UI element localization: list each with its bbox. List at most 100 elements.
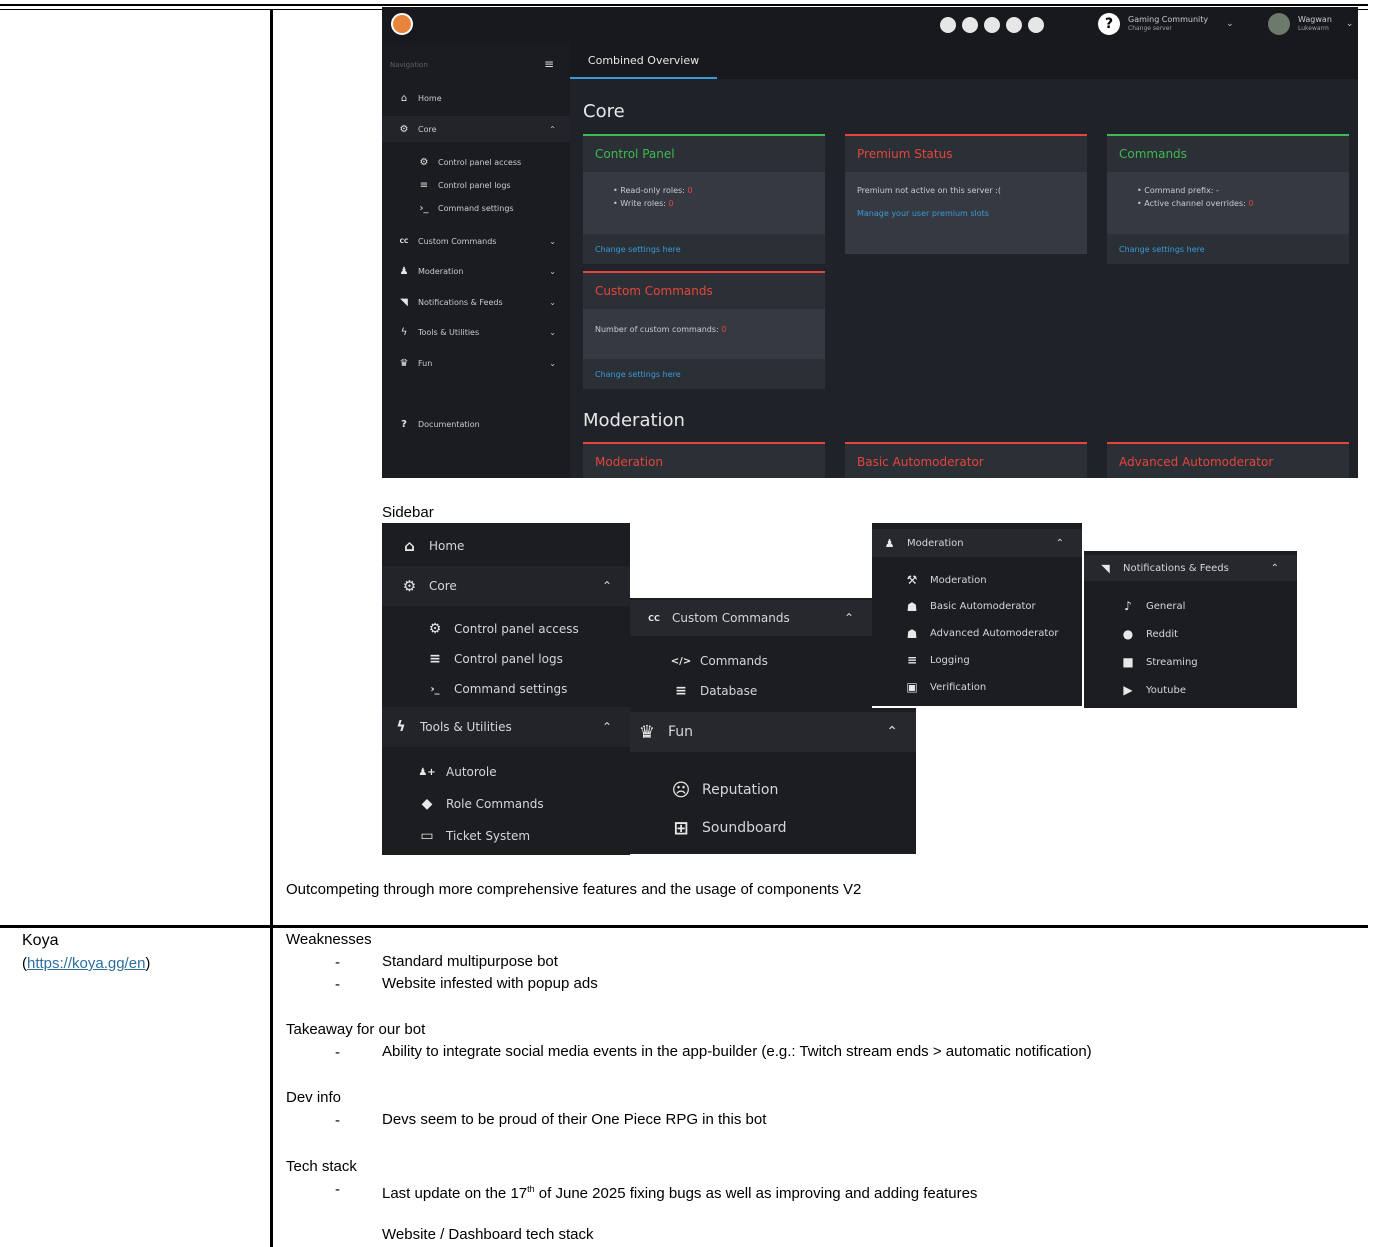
sidebar-group-tools-utilities[interactable]: ϟ Tools & Utilities ⌃ <box>382 707 630 747</box>
server-sub: Change server <box>1128 25 1172 32</box>
sidebar-item-label: Fun <box>668 724 694 740</box>
sidebar-item-label: Command settings <box>454 682 568 696</box>
navigation-sidebar: Navigation ≡ ⌂ Home ⚙ Core ⌃ ⚙ Control panel … <box>382 43 570 478</box>
change-settings-link[interactable]: Change settings here <box>583 234 825 264</box>
sidebar-item-label: Streaming <box>1146 656 1198 668</box>
sidebar-item-autorole[interactable]: ♟+ Autorole <box>382 759 630 785</box>
sidebar-item-reputation[interactable]: ☹ Reputation <box>630 776 916 804</box>
card-body: • Read-only roles: 0 • Write roles: 0 <box>583 172 825 234</box>
chevron-up-icon: ⌃ <box>549 124 556 134</box>
sidebar-item-label: Command settings <box>438 203 514 213</box>
sidebar-subitem[interactable]: ⚙ Control panel access <box>382 151 570 173</box>
sidebar-item-label: Control panel logs <box>438 180 511 190</box>
sidebar-item-label: Tools & Utilities <box>418 328 480 337</box>
sidebar-item-documentation[interactable]: ? Documentation <box>382 411 570 437</box>
sidebar-item-tools-utilities[interactable]: ϟ Tools & Utilities ⌄ <box>382 320 570 346</box>
sidebar-item-moderation[interactable]: ♟ Moderation ⌄ <box>382 259 570 285</box>
sidebar-item-logging[interactable]: ≡ Logging <box>872 649 1082 671</box>
tab-combined-overview[interactable]: Combined Overview <box>570 43 717 79</box>
sidebar-item-fun[interactable]: ♛ Fun ⌄ <box>382 350 570 376</box>
chevron-down-icon: ⌄ <box>1226 19 1234 29</box>
sidebar-group-notifications-feeds[interactable]: ◥ Notifications & Feeds ⌃ <box>1084 555 1297 581</box>
trophy-icon: ♛ <box>399 357 409 369</box>
topbar-icons <box>940 17 1044 33</box>
manage-premium-link[interactable]: Manage your user premium slots <box>857 209 1075 218</box>
weaknesses-title: Weaknesses <box>286 931 372 948</box>
devinfo-title: Dev info <box>286 1089 342 1106</box>
sidebar-item-youtube[interactable]: ▶ Youtube <box>1084 679 1297 701</box>
sidebar-group-custom-commands[interactable]: CC Custom Commands ⌃ <box>630 600 872 636</box>
robot-icon: ☗ <box>906 599 918 614</box>
chevron-up-icon: ⌃ <box>601 720 612 734</box>
sidebar-item-label: Logging <box>930 654 970 666</box>
sidebar-item-verification[interactable]: ▣ Verification <box>872 676 1082 698</box>
sidebar-group-core[interactable]: ⚙ Core ⌃ <box>382 566 630 606</box>
chevron-down-icon: ⌄ <box>549 236 556 246</box>
youtube-icon: ▶ <box>1123 683 1133 697</box>
sidebar-item-command-settings[interactable]: ›_ Command settings <box>382 676 630 702</box>
cogs-icon: ⚙ <box>399 123 409 135</box>
sidebar-item-core[interactable]: ⚙ Core ⌃ <box>382 116 570 142</box>
topbar: ? Gaming Community Change server ⌄ Wagwa… <box>382 7 1358 43</box>
sidebar-item-basic-automoderator[interactable]: ☗ Basic Automoderator <box>872 596 1082 618</box>
sidebar-item-custom-commands[interactable]: CC Custom Commands ⌄ <box>382 228 570 254</box>
user-plus-icon: ♟+ <box>418 766 436 778</box>
sidebar-item-label: Core <box>418 124 437 134</box>
sidebar-item-commands[interactable]: </> Commands <box>630 648 872 674</box>
server-switcher[interactable]: ? Gaming Community Change server ⌄ <box>1098 13 1234 35</box>
sidebar-group-fun[interactable]: ♛ Fun ⌃ <box>630 712 916 752</box>
sidebar-item-label: Reddit <box>1146 628 1179 640</box>
keyboard-icon[interactable] <box>984 17 1000 33</box>
column-divider <box>270 9 273 1247</box>
sidebar-item-label: Control panel access <box>454 622 579 636</box>
competitor-link[interactable]: https://koya.gg/en <box>27 955 145 972</box>
chat-icon[interactable] <box>962 17 978 33</box>
user-menu[interactable]: Wagwan Lukewarm ⌄ <box>1268 13 1353 35</box>
sidebar-item-control-panel-logs[interactable]: ≡ Control panel logs <box>382 646 630 672</box>
sidebar-item-soundboard[interactable]: ⊞ Soundboard <box>630 814 916 842</box>
sidebar-item-home[interactable]: ⌂ Home <box>382 527 630 565</box>
bot-logo-icon[interactable] <box>391 13 413 35</box>
card-title: Moderation <box>583 442 825 478</box>
sidebar-item-moderation[interactable]: ⚒ Moderation <box>872 569 1082 591</box>
robot-icon: ☗ <box>906 626 918 641</box>
sidebar-item-label: Documentation <box>418 419 480 429</box>
sidebar-item-label: Youtube <box>1146 684 1186 696</box>
chevron-down-icon: ⌄ <box>549 328 556 337</box>
trophy-icon: ♛ <box>638 721 656 743</box>
chevron-down-icon: ⌄ <box>549 267 556 276</box>
sidebar-panel-core-tools: ⌂ Home ⚙ Core ⌃ ⚙ Control panel access ≡ Control… <box>382 523 630 855</box>
sidebar-item-label: Custom Commands <box>418 236 497 246</box>
sidebar-item-notifications-feeds[interactable]: ◥ Notifications & Feeds ⌄ <box>382 289 570 315</box>
bullet-dash: - <box>335 954 340 971</box>
sidebar-item-control-panel-access[interactable]: ⚙ Control panel access <box>382 616 630 642</box>
warning-icon[interactable] <box>1028 17 1044 33</box>
help-icon[interactable] <box>1006 17 1022 33</box>
question-icon: ? <box>401 418 407 430</box>
sidebar-item-label: Moderation <box>907 537 964 549</box>
change-settings-link[interactable]: Change settings here <box>583 359 825 389</box>
sidebar-subitem[interactable]: ≡ Control panel logs <box>382 174 570 196</box>
card-control-panel: Control Panel • Read-only roles: 0 • Wri… <box>583 134 825 264</box>
sidebar-item-label: Database <box>700 684 758 698</box>
sidebar-item-home[interactable]: ⌂ Home <box>382 85 570 111</box>
sidebar-item-streaming[interactable]: ■ Streaming <box>1084 651 1297 673</box>
card-premium-status: Premium Status Premium not active on thi… <box>845 134 1087 254</box>
sidebar-panel-fun: ♛ Fun ⌃ ☹ Reputation ⊞ Soundboard <box>630 708 916 854</box>
sidebar-panel-moderation: ♟ Moderation ⌃ ⚒ Moderation ☗ Basic Automodera… <box>872 523 1082 706</box>
outcompeting-text: Outcompeting through more comprehensive … <box>286 881 862 898</box>
sidebar-item-reddit[interactable]: ● Reddit <box>1084 623 1297 645</box>
sidebar-group-moderation[interactable]: ♟ Moderation ⌃ <box>872 529 1082 557</box>
sidebar-subitem[interactable]: ›_ Command settings <box>382 197 570 219</box>
sidebar-item-role-commands[interactable]: ◆ Role Commands <box>382 791 630 817</box>
lightbulb-icon[interactable] <box>940 17 956 33</box>
bell-icon: ♪ <box>1124 599 1132 613</box>
change-settings-link[interactable]: Change settings here <box>1107 234 1349 264</box>
card-body: Number of custom commands: 0 <box>583 309 825 359</box>
sidebar-item-advanced-automoderator[interactable]: ☗ Advanced Automoderator <box>872 623 1082 645</box>
video-icon: ■ <box>1122 655 1134 669</box>
hamburger-icon[interactable]: ≡ <box>544 57 554 71</box>
sidebar-item-general[interactable]: ♪ General <box>1084 595 1297 617</box>
sidebar-item-database[interactable]: ≡ Database <box>630 678 872 704</box>
sidebar-item-ticket-system[interactable]: ▭ Ticket System <box>382 823 630 849</box>
